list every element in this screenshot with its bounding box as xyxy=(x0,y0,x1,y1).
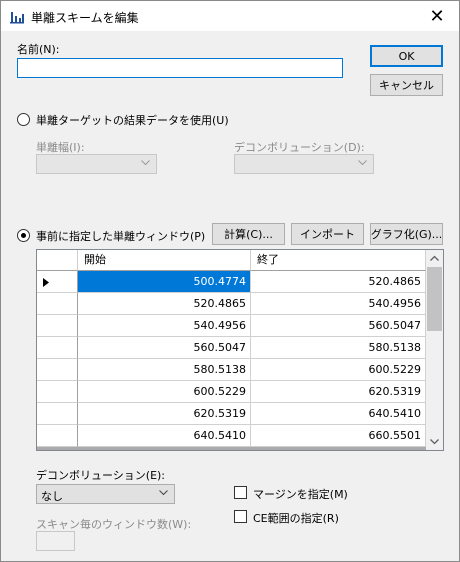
row-header[interactable] xyxy=(37,271,78,293)
predefined-windows-radio[interactable] xyxy=(17,229,30,242)
table-cell-end[interactable]: 660.5501 xyxy=(251,425,426,447)
ce-range-checkbox[interactable] xyxy=(234,510,247,523)
target-deconvolution-label: デコンボリューション(D): xyxy=(234,141,365,154)
scroll-up-icon[interactable] xyxy=(426,250,443,267)
isolation-windows-table: 開始 終了 500.4774 520.4865 520.4865 540.495… xyxy=(36,249,444,451)
use-target-results-label: 単離ターゲットの結果データを使用(U) xyxy=(36,114,229,127)
table-cell-end[interactable]: 540.4956 xyxy=(251,293,426,315)
close-icon: ✕ xyxy=(429,5,445,27)
table-cell-start[interactable]: 580.5138 xyxy=(78,359,251,381)
chevron-down-icon xyxy=(141,160,150,166)
table-cell-end[interactable]: 640.5410 xyxy=(251,403,426,425)
deconvolution-select[interactable]: なし xyxy=(36,484,175,504)
table-cell-start[interactable]: 620.5319 xyxy=(78,403,251,425)
row-header[interactable] xyxy=(37,315,78,337)
table-cell-start[interactable]: 640.5410 xyxy=(78,425,251,447)
table-scrollbar[interactable] xyxy=(426,250,443,450)
column-header-end[interactable]: 終了 xyxy=(251,250,426,271)
table-cell-end[interactable]: 520.4865 xyxy=(251,271,426,293)
row-header[interactable] xyxy=(37,293,78,315)
deconvolution-label: デコンボリューション(E): xyxy=(36,469,166,482)
target-deconvolution-select[interactable] xyxy=(234,154,374,174)
chevron-down-icon xyxy=(159,490,168,496)
margin-checkbox[interactable] xyxy=(234,486,247,499)
row-header[interactable] xyxy=(37,359,78,381)
scrollbar-thumb[interactable] xyxy=(427,267,442,331)
column-header-start[interactable]: 開始 xyxy=(78,250,251,271)
table-cell-start[interactable]: 540.4956 xyxy=(78,315,251,337)
calculate-button[interactable]: 計算(C)... xyxy=(212,223,285,245)
table-cell-end[interactable]: 580.5138 xyxy=(251,337,426,359)
name-input[interactable] xyxy=(17,58,343,78)
close-button[interactable]: ✕ xyxy=(415,1,459,31)
cancel-button[interactable]: キャンセル xyxy=(370,74,443,96)
dialog-title: 単離スキームを編集 xyxy=(31,11,139,25)
current-row-arrow-icon xyxy=(43,278,49,287)
table-cell-end[interactable]: 620.5319 xyxy=(251,381,426,403)
table-cell-end[interactable]: 560.5047 xyxy=(251,315,426,337)
table-cell-start[interactable]: 560.5047 xyxy=(78,337,251,359)
edit-isolation-scheme-dialog: 単離スキームを編集 ✕ 名前(N): OK キャンセル 単離ターゲットの結果デー… xyxy=(0,0,460,562)
ce-range-checkbox-label: CE範囲の指定(R) xyxy=(253,512,339,525)
row-header[interactable] xyxy=(37,403,78,425)
import-button[interactable]: インポート xyxy=(291,223,364,245)
isolation-width-label: 単離幅(I): xyxy=(36,141,85,154)
isolation-width-select[interactable] xyxy=(36,154,157,174)
table-corner xyxy=(37,250,78,271)
chevron-down-icon xyxy=(358,160,367,166)
title-bar: 単離スキームを編集 ✕ xyxy=(1,1,459,31)
use-target-results-radio[interactable] xyxy=(17,113,30,126)
scan-windows-label: スキャン毎のウィンドウ数(W): xyxy=(36,518,192,531)
row-header[interactable] xyxy=(37,425,78,447)
table-cell-start[interactable]: 520.4865 xyxy=(78,293,251,315)
graph-button[interactable]: グラフ化(G)... xyxy=(370,223,443,245)
table-cell-end[interactable]: 600.5229 xyxy=(251,359,426,381)
table-cell-start[interactable]: 500.4774 xyxy=(78,271,251,293)
margin-checkbox-label: マージンを指定(M) xyxy=(253,488,348,501)
scan-windows-input[interactable] xyxy=(36,531,75,551)
table-cell-start[interactable]: 600.5229 xyxy=(78,381,251,403)
name-label: 名前(N): xyxy=(17,43,60,56)
chart-icon xyxy=(10,12,24,24)
predefined-windows-label: 事前に指定した単離ウィンドウ(P) xyxy=(36,230,206,243)
row-header[interactable] xyxy=(37,337,78,359)
row-header[interactable] xyxy=(37,381,78,403)
deconvolution-value: なし xyxy=(41,490,63,503)
ok-button[interactable]: OK xyxy=(370,45,443,67)
scroll-down-icon[interactable] xyxy=(426,433,443,450)
